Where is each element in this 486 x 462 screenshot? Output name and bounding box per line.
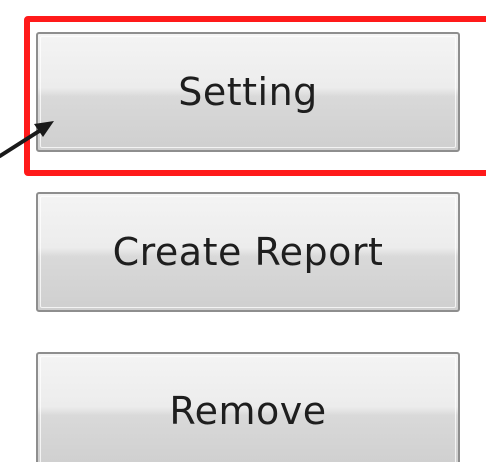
setting-button[interactable]: Setting [36,32,460,152]
remove-button[interactable]: Remove [36,352,460,462]
remove-button-label: Remove [169,389,327,433]
create-report-button-label: Create Report [112,230,384,274]
create-report-button[interactable]: Create Report [36,192,460,312]
setting-button-label: Setting [178,70,318,114]
